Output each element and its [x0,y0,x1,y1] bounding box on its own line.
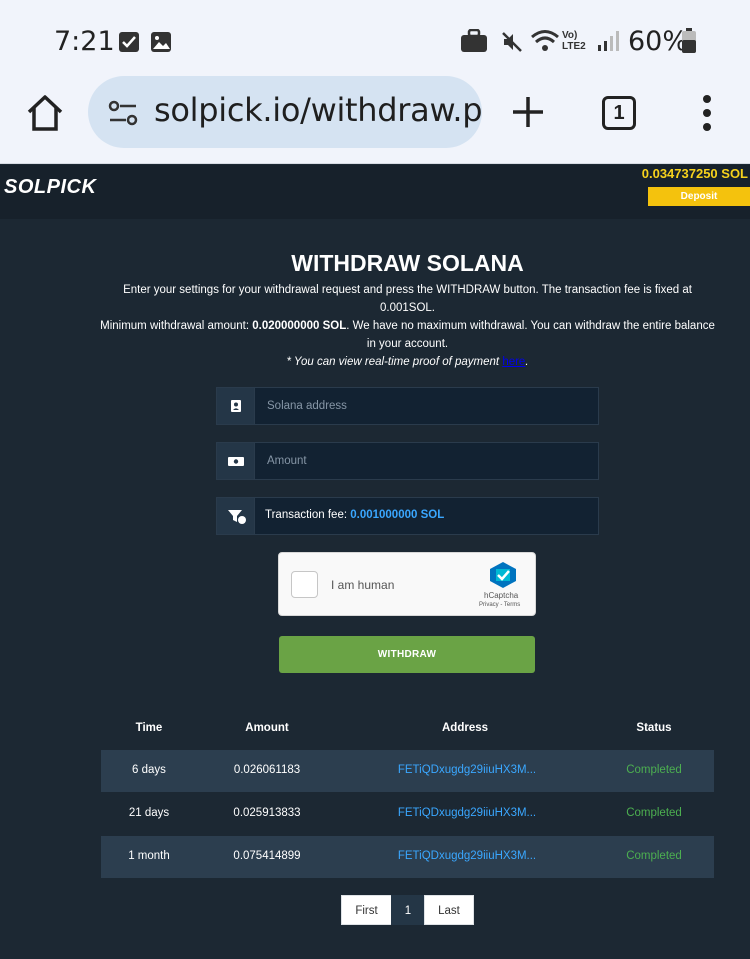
filter-dollar-icon [228,510,246,524]
column-header-amount: Amount [245,722,289,734]
column-header-status: Status [636,722,672,734]
hcaptcha-logo-icon [490,562,516,588]
checkbox-notification-icon [119,32,139,52]
status-bar: 7:21 Vo) LTE2 60% [0,0,750,80]
fee-label: Transaction fee: [265,509,351,521]
row-time: 6 days [132,764,166,776]
row-address-link[interactable]: FETiQDxugdg29iiuHX3M... [387,764,547,776]
battery-percent: 60% [628,26,689,57]
home-icon[interactable] [24,92,66,134]
min-withdraw-label: Minimum withdrawal amount: [100,320,253,332]
amount-input[interactable] [257,443,597,479]
solana-address-input[interactable] [257,388,597,424]
row-amount: 0.075414899 [233,850,301,862]
network-label: Vo) LTE2 [562,30,586,52]
proof-text: * You can view real-time proof of paymen… [286,356,503,368]
withdraw-button[interactable]: WITHDRAW [279,636,535,673]
site-header: SOLPICK 0.034737250 SOL [0,165,750,219]
column-header-address: Address [441,722,489,734]
url-text: solpick.io/withdraw.php [154,91,482,129]
address-bar[interactable]: solpick.io/withdraw.php [88,76,482,148]
min-withdraw-value: 0.020000000 SOL [252,320,347,332]
site-logo[interactable]: SOLPICK [4,176,96,199]
money-icon [228,457,244,466]
row-time: 1 month [128,850,170,862]
row-amount: 0.026061183 [233,764,301,776]
pagination-first[interactable]: First [341,895,392,925]
fee-addon [217,498,255,534]
deposit-button[interactable]: Deposit [648,187,750,206]
amount-field [216,442,599,480]
row-address-link[interactable]: FETiQDxugdg29iiuHX3M... [387,807,547,819]
fee-value: 0.001000000 SOL [350,509,445,521]
address-addon [217,388,255,424]
pagination-current[interactable]: 1 [391,895,425,925]
intro-text: Enter your settings for your withdrawal … [100,281,715,371]
table-row: 21 days 0.025913833 FETiQDxugdg29iiuHX3M… [101,793,714,835]
site-settings-icon[interactable] [108,98,140,128]
image-notification-icon [151,32,171,52]
fee-field: Transaction fee: 0.001000000 SOL [216,497,599,535]
captcha-label: I am human [331,578,395,592]
captcha-brand: hCaptcha [484,591,519,600]
intro-line-2: . We have no maximum withdrawal. You can… [346,320,715,350]
mute-icon [502,32,522,52]
overflow-menu-icon[interactable] [698,92,716,134]
table-row: 1 month 0.075414899 FETiQDxugdg29iiuHX3M… [101,836,714,878]
column-header-time: Time [135,722,163,734]
table-row: 6 days 0.026061183 FETiQDxugdg29iiuHX3M.… [101,750,714,792]
proof-end: . [525,356,529,368]
clock: 7:21 [54,26,115,57]
captcha-checkbox[interactable] [291,571,318,598]
signal-icon [598,31,619,51]
captcha-terms-link[interactable]: Privacy - Terms [479,602,520,608]
fee-text: Transaction fee: 0.001000000 SOL [265,509,444,521]
battery-icon [682,28,696,53]
proof-link[interactable]: here [502,356,525,368]
new-tab-icon[interactable] [510,94,546,130]
row-status: Completed [626,764,682,776]
row-address-link[interactable]: FETiQDxugdg29iiuHX3M... [387,850,547,862]
pagination-last[interactable]: Last [424,895,474,925]
tab-switcher-button[interactable]: 1 [602,96,636,130]
page-title: WITHDRAW SOLANA [291,250,524,276]
row-amount: 0.025913833 [233,807,301,819]
briefcase-icon [461,29,487,52]
balance-amount: 0.034737250 SOL [641,166,748,181]
intro-line-1: Enter your settings for your withdrawal … [123,284,692,314]
address-book-icon [231,400,241,412]
row-time: 21 days [128,807,170,819]
row-status: Completed [626,850,682,862]
wifi-icon [531,30,559,51]
hcaptcha-widget: I am human hCaptcha Privacy - Terms [278,552,536,616]
browser-toolbar: solpick.io/withdraw.php 1 [0,76,750,164]
row-status: Completed [626,807,682,819]
amount-addon [217,443,255,479]
address-field [216,387,599,425]
